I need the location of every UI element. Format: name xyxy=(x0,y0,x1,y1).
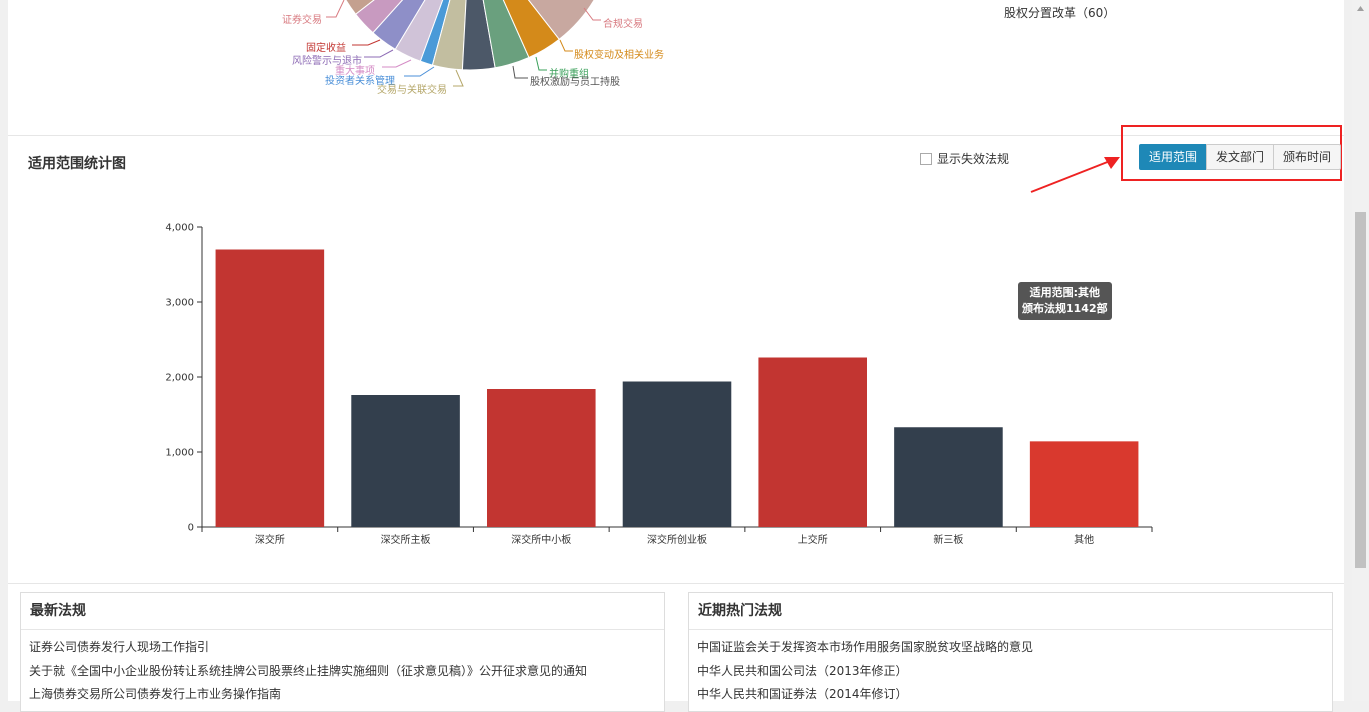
x-tick-label: 深交所创业板 xyxy=(647,533,707,546)
x-tick-label: 深交所主板 xyxy=(381,533,431,546)
vertical-scrollbar[interactable] xyxy=(1352,0,1369,701)
bar[interactable] xyxy=(622,381,732,528)
tab-department[interactable]: 发文部门 xyxy=(1206,144,1275,170)
y-tick-label: 4,000 xyxy=(165,223,194,234)
bar[interactable] xyxy=(894,427,1003,527)
scrollbar-thumb[interactable] xyxy=(1355,212,1366,568)
hot-regulation-item[interactable]: 中华人民共和国证券法（2014年修订） xyxy=(697,683,1332,707)
pie-legend-item[interactable]: 股权分置改革（60） xyxy=(1004,4,1115,21)
pie-leader-line xyxy=(364,49,394,58)
pie-label-securities-trading: 证券交易 xyxy=(282,15,322,26)
hot-regulation-item[interactable]: 中华人民共和国公司法（2013年修正） xyxy=(697,660,1332,684)
y-tick-label: 1,000 xyxy=(165,448,194,459)
x-tick-label: 其他 xyxy=(1074,533,1094,546)
pie-leader-line xyxy=(453,69,464,87)
pie-leader-line xyxy=(382,59,412,68)
latest-regulation-item[interactable]: 关于就《全国中小企业股份转让系统挂牌公司股票终止挂牌实施细则（征求意见稿）》公开… xyxy=(29,660,664,684)
show-invalid-label: 显示失效法规 xyxy=(937,152,1010,166)
pie-leader-line xyxy=(352,39,381,46)
pie-label-related-trading: 交易与关联交易 xyxy=(377,85,447,96)
bar[interactable] xyxy=(1029,441,1139,527)
stats-tab-group: 适用范围 发文部门 颁布时间 xyxy=(1139,144,1342,170)
x-tick-label: 上交所 xyxy=(798,533,828,546)
bar[interactable] xyxy=(351,395,460,527)
section-divider-bottom xyxy=(8,583,1344,584)
pie-slices xyxy=(345,0,595,71)
hot-regulation-item[interactable]: 中国证监会关于发挥资本市场作用服务国家脱贫攻坚战略的意见 xyxy=(697,636,1332,660)
show-invalid-toggle[interactable]: 显示失效法规 xyxy=(920,150,1009,167)
bar[interactable] xyxy=(487,389,596,527)
latest-regulation-item[interactable]: 上海债券交易所公司债券发行上市业务操作指南 xyxy=(29,683,664,707)
x-tick-label: 深交所中小板 xyxy=(511,533,571,546)
pie-leader-line xyxy=(404,66,435,77)
x-tick-label: 新三板 xyxy=(933,533,963,546)
show-invalid-checkbox[interactable] xyxy=(920,152,932,165)
hot-regulations-panel: 近期热门法规 中国证监会关于发挥资本市场作用服务国家脱贫攻坚战略的意见 中华人民… xyxy=(688,592,1333,712)
tab-scope[interactable]: 适用范围 xyxy=(1139,144,1208,170)
tooltip-line-count: 颁布法规1142部 xyxy=(1022,302,1108,315)
bar[interactable] xyxy=(215,249,325,528)
pie-label-equity-change: 股权变动及相关业务 xyxy=(574,50,664,61)
pie-label-compliance-trading: 合规交易 xyxy=(603,19,643,30)
y-tick-label: 2,000 xyxy=(165,373,194,384)
annotation-arrow xyxy=(1030,157,1120,193)
stats-section-title: 适用范围统计图 xyxy=(28,156,126,172)
hot-regulations-list: 中国证监会关于发挥资本市场作用服务国家脱贫攻坚战略的意见 中华人民共和国公司法（… xyxy=(689,630,1332,707)
chart-bars xyxy=(215,249,1139,528)
pie-leader-line xyxy=(559,39,573,52)
y-tick-label: 0 xyxy=(188,523,194,534)
pie-leader-line xyxy=(326,0,345,18)
x-tick-label: 深交所 xyxy=(255,533,285,546)
pie-leader-line xyxy=(535,56,547,71)
latest-regulations-list: 证券公司债券发行人现场工作指引 关于就《全国中小企业股份转让系统挂牌公司股票终止… xyxy=(21,630,664,707)
y-tick-label: 3,000 xyxy=(165,298,194,309)
latest-regulations-title: 最新法规 xyxy=(21,593,664,630)
latest-regulations-panel: 最新法规 证券公司债券发行人现场工作指引 关于就《全国中小企业股份转让系统挂牌公… xyxy=(20,592,665,712)
chart-tooltip: 适用范围:其他 颁布法规1142部 xyxy=(1018,282,1112,320)
pie-leader-line xyxy=(512,65,528,79)
latest-regulation-item[interactable]: 证券公司债券发行人现场工作指引 xyxy=(29,636,664,660)
main-page: 证券交易 固定收益 风险警示与退市 重大事项 投资者关系管理 交易与关联交易 合… xyxy=(8,0,1344,712)
hot-regulations-title: 近期热门法规 xyxy=(689,593,1332,630)
bar[interactable] xyxy=(758,357,867,528)
tooltip-line-scope: 适用范围:其他 xyxy=(1029,286,1101,299)
tab-publish-time[interactable]: 颁布时间 xyxy=(1273,144,1342,170)
scroll-up-arrow-icon[interactable] xyxy=(1352,0,1369,17)
scope-bar-chart: 0 1,000 2,000 3,000 4,000 深交所 深交所主板 深交所中小板 深交所创业… xyxy=(165,223,1153,546)
category-pie-chart: 证券交易 固定收益 风险警示与退市 重大事项 投资者关系管理 交易与关联交易 合… xyxy=(8,0,1344,135)
pie-label-equity-incentive: 股权激励与员工持股 xyxy=(530,77,620,88)
